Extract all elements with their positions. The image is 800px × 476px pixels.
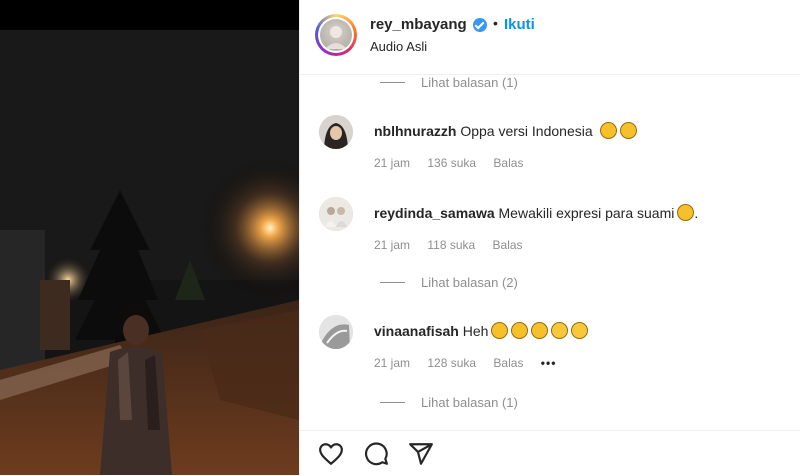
comment-time[interactable]: 21 jam [374, 356, 410, 370]
person-icon [325, 26, 347, 49]
post-media[interactable] [0, 0, 299, 475]
heart-icon [319, 443, 343, 465]
post-header: rey_mbayang • Ikuti Audio Asli [300, 0, 800, 75]
comment-suffix: . [694, 205, 699, 221]
post-video-frame [0, 0, 299, 475]
commenter-avatar[interactable] [319, 197, 353, 231]
commenter-avatar[interactable] [319, 315, 353, 349]
commenter-avatar[interactable] [319, 115, 353, 149]
comment-likes[interactable]: 128 suka [427, 356, 476, 370]
post-actions-bar [300, 430, 800, 476]
comments-panel: rey_mbayang • Ikuti Audio Asli Lihat bal… [299, 0, 800, 475]
reply-divider [380, 81, 405, 83]
verified-badge-icon [473, 18, 487, 32]
comment-time[interactable]: 21 jam [374, 156, 410, 170]
more-options-icon[interactable]: ••• [541, 356, 557, 370]
crying-emoji-icon [551, 322, 569, 339]
share-button[interactable] [408, 441, 434, 467]
share-icon [409, 443, 433, 465]
commenter-username[interactable]: reydinda_samawa [374, 205, 495, 221]
reply-button[interactable]: Balas [493, 238, 523, 252]
comment-time[interactable]: 21 jam [374, 238, 410, 252]
rofl-emoji-icon [511, 322, 529, 339]
heart-eyes-emoji-icon [619, 122, 637, 139]
follow-button[interactable]: Ikuti [504, 16, 535, 33]
comment-text: Oppa versi Indonesia [460, 123, 593, 139]
comment-icon [365, 442, 388, 466]
reply-button[interactable]: Balas [493, 356, 523, 370]
commenter-username[interactable]: vinaanafisah [374, 323, 459, 339]
view-replies-button[interactable]: Lihat balasan (1) [380, 392, 518, 412]
commenter-username[interactable]: nblhnurazzh [374, 123, 456, 139]
comment-likes[interactable]: 136 suka [427, 156, 476, 170]
comment-text: Heh [462, 323, 489, 339]
like-button[interactable] [318, 441, 344, 467]
author-avatar[interactable] [315, 14, 357, 56]
heart-eyes-emoji-icon [599, 122, 617, 139]
grin-sweat-emoji-icon [677, 204, 695, 221]
author-username[interactable]: rey_mbayang [370, 16, 467, 33]
audio-label[interactable]: Audio Asli [370, 39, 427, 54]
comment-button[interactable] [363, 441, 389, 467]
reply-divider [380, 401, 405, 403]
avatar-photo [319, 197, 353, 231]
reply-divider [380, 281, 405, 283]
separator-dot: • [493, 15, 498, 31]
rofl-emoji-icon [531, 322, 549, 339]
reply-button[interactable]: Balas [493, 156, 523, 170]
comment-text: Mewakili expresi para suami [498, 205, 675, 221]
rofl-emoji-icon [491, 322, 509, 339]
author-avatar-image [320, 19, 352, 51]
avatar-photo [319, 315, 353, 349]
avatar-photo [319, 115, 353, 149]
comment-likes[interactable]: 118 suka [427, 238, 475, 252]
view-replies-button[interactable]: Lihat balasan (2) [380, 272, 518, 292]
crying-emoji-icon [571, 322, 589, 339]
comments-list[interactable]: Lihat balasan (1) nblhnurazzh Oppa versi… [300, 75, 800, 430]
view-replies-button[interactable]: Lihat balasan (1) [380, 75, 518, 92]
